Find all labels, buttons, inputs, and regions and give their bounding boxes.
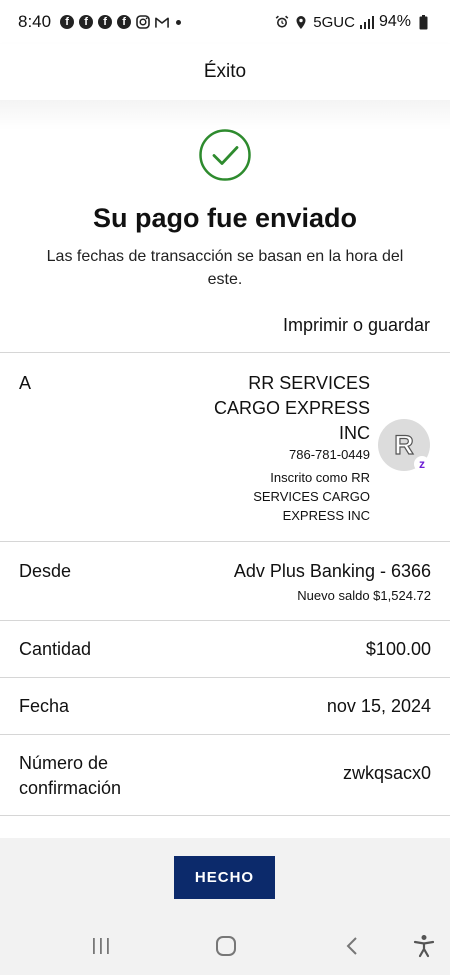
print-or-save-link[interactable]: Imprimir o guardar	[283, 315, 430, 336]
alarm-icon	[275, 15, 289, 29]
date-value: nov 15, 2024	[326, 696, 431, 716]
amount-label: Cantidad	[19, 639, 92, 659]
success-section: Su pago fue enviado Las fechas de transa…	[0, 100, 450, 352]
recipient-name: RR SERVICES CARGO EXPRESS INC	[213, 373, 370, 443]
page-title: Éxito	[203, 61, 247, 82]
footer-actions: HECHO	[0, 838, 450, 918]
signal-icon	[359, 15, 374, 29]
more-notifications-icon	[176, 19, 182, 25]
accessibility-icon[interactable]	[410, 932, 438, 960]
recipient-row: A RR SERVICES CARGO EXPRESS INC 786-781-…	[0, 353, 450, 541]
date-row: Fecha nov 15, 2024	[0, 678, 450, 734]
timezone-note: Las fechas de transacción se basan en la…	[46, 248, 404, 288]
zelle-icon: z	[414, 456, 430, 472]
facebook-icon: f	[79, 15, 94, 29]
location-icon	[294, 15, 308, 29]
from-row: Desde Adv Plus Banking - 6366 Nuevo sald…	[0, 542, 450, 620]
back-icon[interactable]	[340, 932, 364, 960]
from-label: Desde	[19, 561, 72, 581]
recents-icon[interactable]	[88, 932, 114, 960]
battery-icon	[416, 14, 430, 29]
date-label: Fecha	[19, 696, 70, 716]
divider	[0, 815, 450, 816]
done-button[interactable]: HECHO	[174, 856, 275, 899]
facebook-icon: f	[60, 15, 75, 29]
battery-level: 94%	[378, 13, 411, 30]
network-type: 5GUC	[313, 13, 355, 31]
status-time: 8:40	[18, 12, 52, 31]
from-account: Adv Plus Banking - 6366	[233, 561, 431, 581]
avatar-initial: R	[394, 429, 415, 460]
app-header: Éxito	[0, 44, 450, 100]
facebook-icon: f	[117, 15, 132, 29]
confirmation-row: Número de confirmación zwkqsacx0	[0, 735, 450, 815]
success-heading: Su pago fue enviado	[92, 203, 358, 233]
recipient-enrolled-as: Inscrito como RR SERVICES CARGO EXPRESS …	[253, 470, 370, 523]
success-check-icon	[199, 129, 251, 181]
system-nav-bar	[0, 918, 450, 975]
amount-row: Cantidad $100.00	[0, 621, 450, 677]
instagram-icon	[136, 15, 150, 29]
new-balance: Nuevo saldo $1,524.72	[297, 588, 431, 603]
confirmation-number: zwkqsacx0	[342, 763, 431, 783]
gmail-icon	[155, 15, 169, 29]
facebook-icon: f	[98, 15, 113, 29]
confirmation-label: Número de confirmación	[19, 753, 122, 798]
recipient-label: A	[19, 373, 32, 393]
recipient-phone: 786-781-0449	[289, 447, 370, 462]
status-bar: 8:40 f f f f 5GUC 94%	[0, 0, 450, 44]
home-icon[interactable]	[212, 932, 240, 960]
amount-value: $100.00	[365, 639, 431, 659]
